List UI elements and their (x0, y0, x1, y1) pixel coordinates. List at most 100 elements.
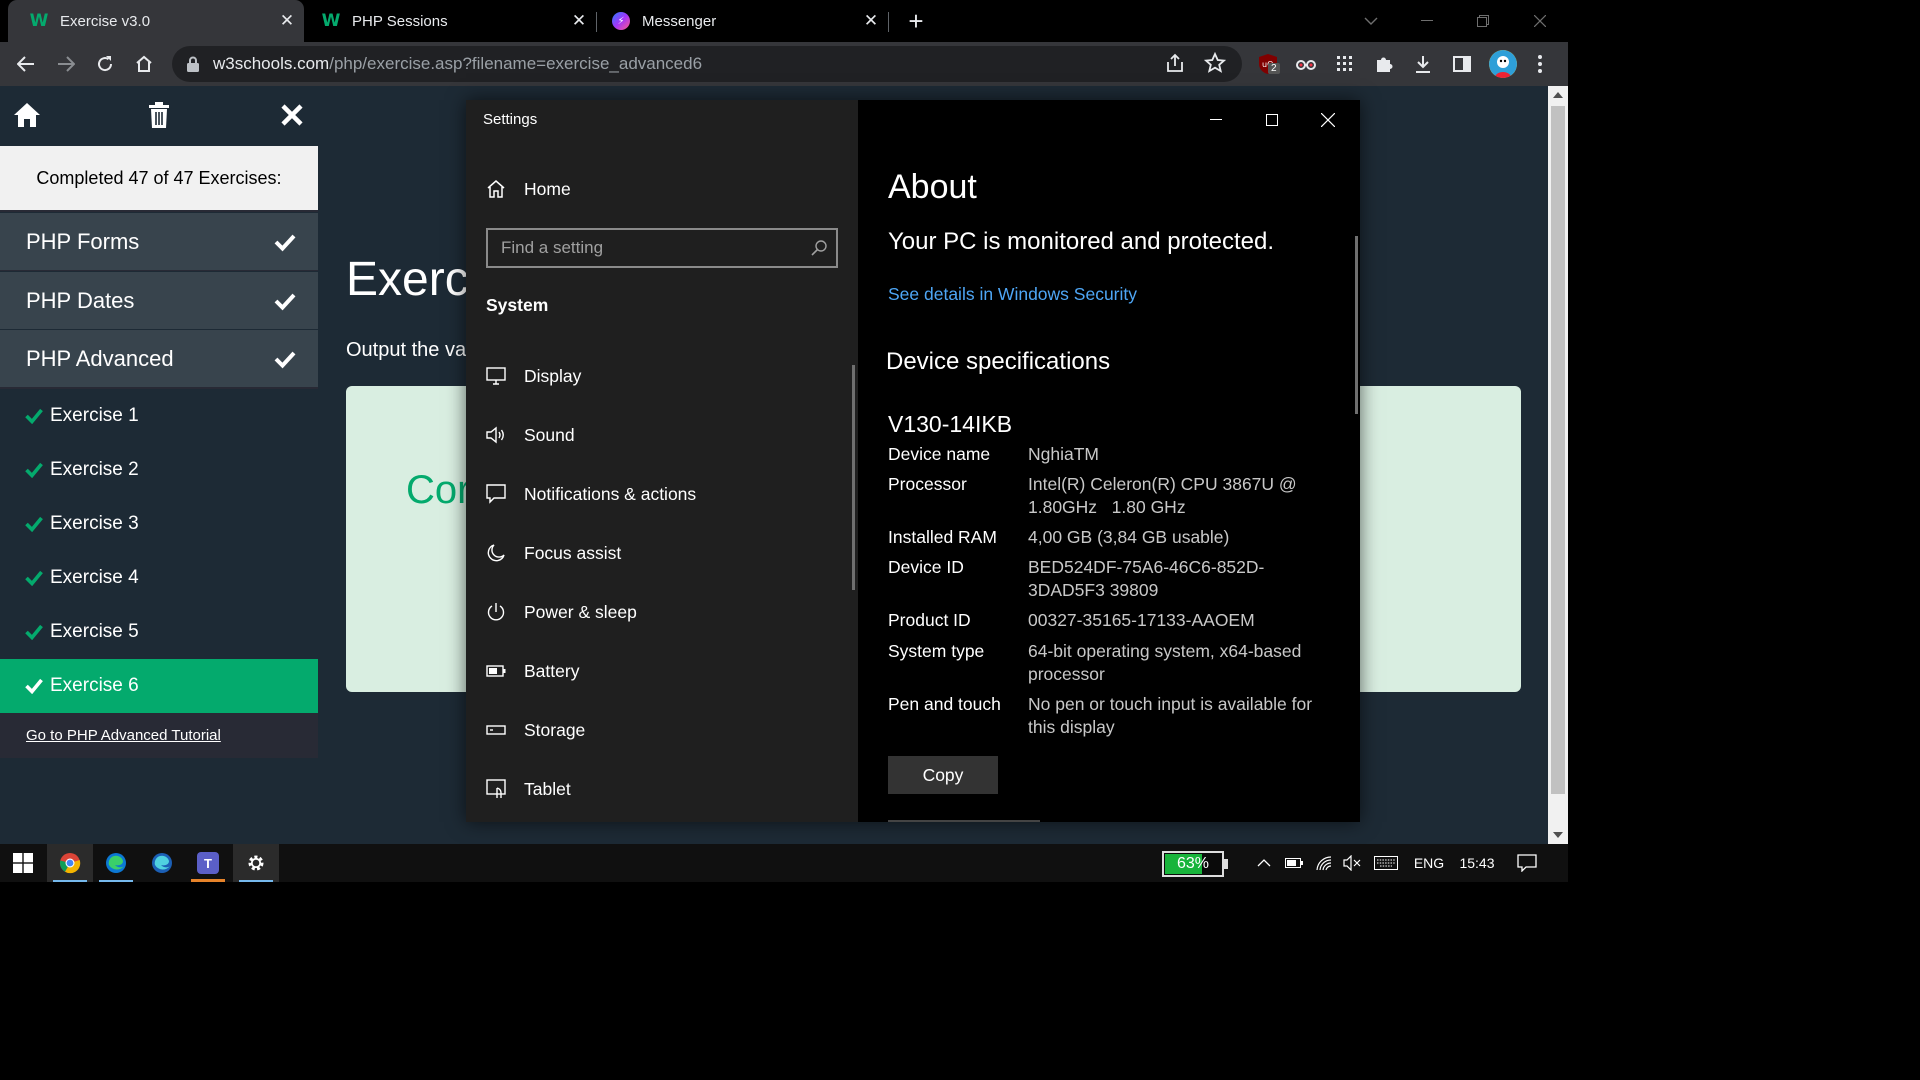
settings-window-title: Settings (483, 111, 538, 128)
nav-label: Battery (524, 660, 580, 681)
notification-center-icon[interactable] (1512, 844, 1542, 882)
result-message: Cor (406, 468, 471, 512)
checkmark-icon (274, 234, 296, 252)
tutorial-link[interactable]: Go to PHP Advanced Tutorial (26, 727, 221, 744)
taskbar-chrome[interactable] (47, 844, 93, 882)
back-icon[interactable] (12, 50, 40, 78)
device-specifications-heading: Device specifications (886, 348, 1111, 375)
close-tab-icon[interactable]: ✕ (568, 11, 590, 31)
exercise-label: Exercise 2 (50, 459, 139, 480)
nav-power-sleep[interactable]: Power & sleep (466, 583, 858, 641)
bookmark-star-icon[interactable] (1203, 51, 1228, 76)
nav-scrollbar[interactable] (852, 365, 855, 590)
battery-icon (466, 665, 524, 677)
copy-button[interactable]: Copy (888, 756, 998, 794)
settings-maximize-icon[interactable] (1244, 100, 1300, 140)
profile-avatar[interactable] (1489, 50, 1517, 78)
nav-home[interactable]: Home (466, 160, 858, 218)
exercise-item-2[interactable]: Exercise 2 (0, 443, 318, 497)
input-language[interactable]: ENG (1410, 844, 1448, 882)
category-php-dates[interactable]: PHP Dates (0, 271, 318, 329)
menu-kebab-icon[interactable] (1528, 52, 1552, 76)
spec-row-processor: Processor Intel(R) Celeron(R) CPU 3867U … (888, 473, 1338, 519)
nav-battery[interactable]: Battery (466, 642, 858, 700)
exercise-item-4[interactable]: Exercise 4 (0, 551, 318, 605)
tab-messenger[interactable]: ⚡ Messenger ✕ (592, 0, 888, 42)
settings-close-icon[interactable] (1300, 100, 1356, 140)
spec-row-system-type: System type 64-bit operating system, x64… (888, 640, 1338, 686)
home-icon[interactable] (130, 50, 158, 78)
nav-display[interactable]: Display (466, 347, 858, 405)
glasses-extension-icon[interactable] (1294, 52, 1318, 76)
share-icon[interactable] (1164, 52, 1188, 76)
scroll-up-icon[interactable] (1553, 92, 1563, 98)
category-php-forms[interactable]: PHP Forms (0, 212, 318, 270)
close-tab-icon[interactable]: ✕ (276, 11, 298, 31)
exercise-description: Output the va (346, 339, 467, 361)
tab-title: Messenger (642, 12, 717, 30)
side-panel-icon[interactable] (1450, 52, 1474, 76)
tab-php-sessions[interactable]: W PHP Sessions ✕ (300, 0, 596, 42)
nav-storage[interactable]: Storage (466, 701, 858, 759)
touch-keyboard-icon[interactable] (1372, 844, 1400, 882)
taskbar-edge-2[interactable] (139, 844, 185, 882)
address-bar[interactable]: w3schools.com/php/exercise.asp?filename=… (172, 46, 1242, 82)
reload-icon[interactable] (91, 50, 119, 78)
extensions-puzzle-icon[interactable] (1372, 52, 1396, 76)
volume-muted-icon[interactable] (1340, 844, 1364, 882)
url-text: w3schools.com/php/exercise.asp?filename=… (213, 54, 703, 73)
download-icon[interactable] (1411, 52, 1435, 76)
scroll-down-icon[interactable] (1553, 832, 1563, 838)
taskbar-teams[interactable]: T (185, 844, 231, 882)
ublock-icon[interactable]: uO 2 (1256, 52, 1280, 76)
new-tab-icon[interactable]: + (902, 6, 930, 36)
nav-notifications-actions[interactable]: Notifications & actions (466, 465, 858, 523)
home-icon[interactable] (12, 100, 42, 130)
close-tab-icon[interactable]: ✕ (860, 11, 882, 31)
battery-meter[interactable]: 63% (1162, 851, 1228, 877)
checkmark-icon (274, 351, 296, 369)
taskbar-edge[interactable] (93, 844, 139, 882)
battery-tray-icon[interactable] (1282, 844, 1306, 882)
windows-taskbar: T 63% ENG 15:43 (0, 844, 1568, 882)
exercise-item-3[interactable]: Exercise 3 (0, 497, 318, 551)
tab-search-icon[interactable] (1343, 0, 1399, 42)
category-label: PHP Advanced (26, 345, 174, 371)
sidebar-header (0, 86, 318, 146)
spec-key: System type (888, 641, 985, 661)
spec-row-pen-touch: Pen and touch No pen or touch input is a… (888, 693, 1338, 739)
tab-title: PHP Sessions (352, 12, 448, 30)
settings-minimize-icon[interactable] (1188, 100, 1244, 140)
nav-sound[interactable]: Sound (466, 406, 858, 464)
page-scrollbar-thumb[interactable] (1551, 106, 1565, 794)
minimize-icon[interactable] (1399, 0, 1455, 42)
category-php-advanced[interactable]: PHP Advanced (0, 329, 318, 387)
settings-nav-pane: Settings Home Find a setting System Disp… (466, 100, 858, 822)
spec-value: No pen or touch input is available for t… (1028, 694, 1313, 737)
lock-icon (187, 56, 199, 72)
nav-tablet[interactable]: Tablet (466, 760, 858, 818)
nav-focus-assist[interactable]: Focus assist (466, 524, 858, 582)
taskbar-settings[interactable] (233, 844, 279, 882)
nav-label: Tablet (524, 778, 571, 799)
tab-exercise[interactable]: W Exercise v3.0 ✕ (8, 0, 304, 42)
exercise-label: Exercise 4 (50, 567, 139, 588)
show-hidden-icons[interactable] (1252, 844, 1276, 882)
restore-icon[interactable] (1455, 0, 1511, 42)
windows-security-link[interactable]: See details in Windows Security (888, 284, 1137, 305)
exercise-item-1[interactable]: Exercise 1 (0, 389, 318, 443)
forward-icon[interactable] (52, 50, 80, 78)
find-setting-input[interactable]: Find a setting (486, 228, 838, 268)
search-placeholder: Find a setting (501, 238, 604, 257)
trash-icon[interactable] (144, 100, 174, 130)
exercise-item-5[interactable]: Exercise 5 (0, 605, 318, 659)
close-icon[interactable] (277, 100, 307, 130)
start-button[interactable] (0, 844, 46, 882)
apps-grid-icon[interactable] (1333, 52, 1357, 76)
clock[interactable]: 15:43 (1455, 844, 1499, 882)
exercise-item-6[interactable]: Exercise 6 (0, 659, 318, 713)
close-window-icon[interactable] (1512, 0, 1568, 42)
wifi-icon[interactable] (1312, 844, 1336, 882)
about-scrollbar[interactable] (1355, 236, 1358, 414)
spec-row-device-id: Device ID BED524DF-75A6-46C6-852D-3DAD5F… (888, 556, 1338, 602)
